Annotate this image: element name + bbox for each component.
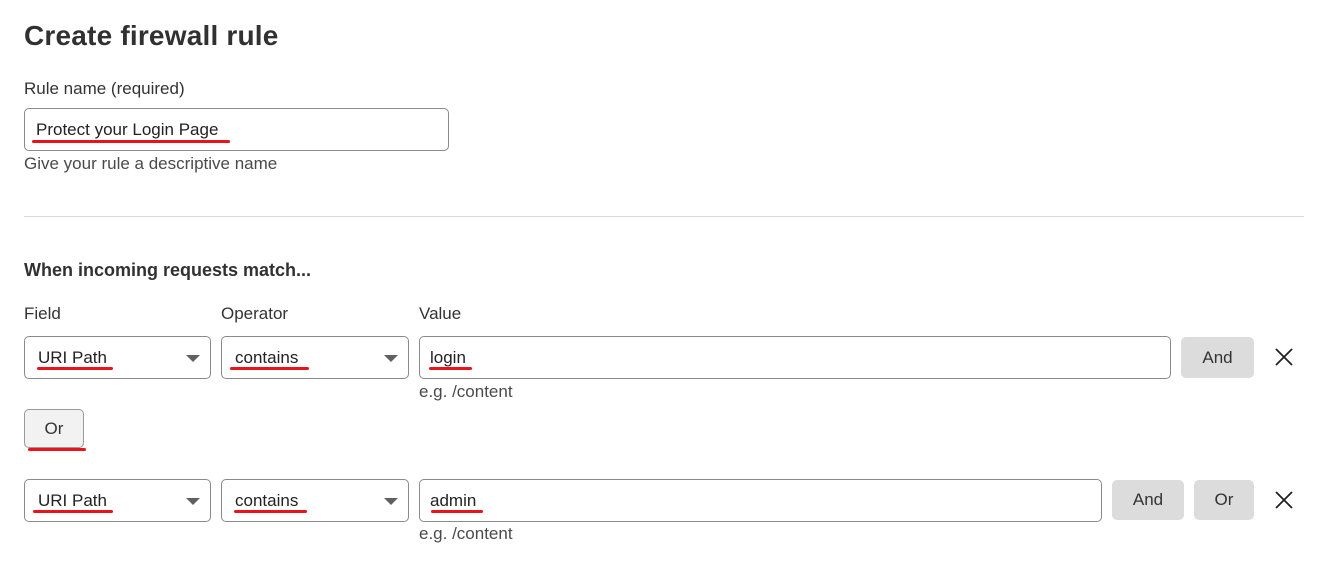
field-select-row-2[interactable]: URI Path (24, 479, 211, 522)
value-input-row-1[interactable]: login (419, 336, 1171, 379)
operator-select-value: contains (235, 491, 299, 510)
chevron-down-icon (186, 355, 200, 362)
page-title: Create firewall rule (24, 20, 279, 51)
annotation-underline (28, 448, 86, 451)
annotation-underline (32, 140, 230, 143)
value-hint-row-1: e.g. /content (419, 382, 513, 401)
annotation-underline (429, 367, 472, 370)
operator-select-value: contains (235, 348, 299, 367)
chevron-down-icon (384, 355, 398, 362)
annotation-underline (431, 510, 483, 513)
rule-name-input[interactable]: Protect your Login Page (24, 108, 449, 151)
close-icon[interactable] (1273, 489, 1295, 511)
field-select-value: URI Path (38, 491, 107, 510)
value-input-text: admin (430, 491, 477, 510)
rule-name-value: Protect your Login Page (36, 120, 219, 139)
value-column-label: Value (419, 304, 462, 323)
rule-name-label: Rule name (required) (24, 79, 185, 98)
expression-heading: When incoming requests match... (24, 260, 312, 280)
and-button-row-2[interactable]: And (1112, 480, 1184, 520)
value-input-text: login (430, 348, 466, 367)
value-input-row-2[interactable]: admin (419, 479, 1102, 522)
and-button-row-1[interactable]: And (1181, 337, 1254, 378)
or-group-button[interactable]: Or (24, 409, 84, 448)
operator-select-row-1[interactable]: contains (221, 336, 409, 379)
operator-column-label: Operator (221, 304, 289, 323)
field-column-label: Field (24, 304, 61, 323)
chevron-down-icon (186, 498, 200, 505)
rule-name-helper: Give your rule a descriptive name (24, 154, 278, 173)
chevron-down-icon (384, 498, 398, 505)
or-button-row-2[interactable]: Or (1194, 480, 1254, 520)
field-select-row-1[interactable]: URI Path (24, 336, 211, 379)
annotation-underline (230, 367, 309, 370)
section-divider (24, 216, 1304, 217)
annotation-underline (33, 510, 113, 513)
field-select-value: URI Path (38, 348, 107, 367)
annotation-underline (234, 510, 307, 513)
operator-select-row-2[interactable]: contains (221, 479, 409, 522)
value-hint-row-2: e.g. /content (419, 524, 513, 543)
annotation-underline (37, 367, 113, 370)
close-icon[interactable] (1273, 346, 1295, 368)
